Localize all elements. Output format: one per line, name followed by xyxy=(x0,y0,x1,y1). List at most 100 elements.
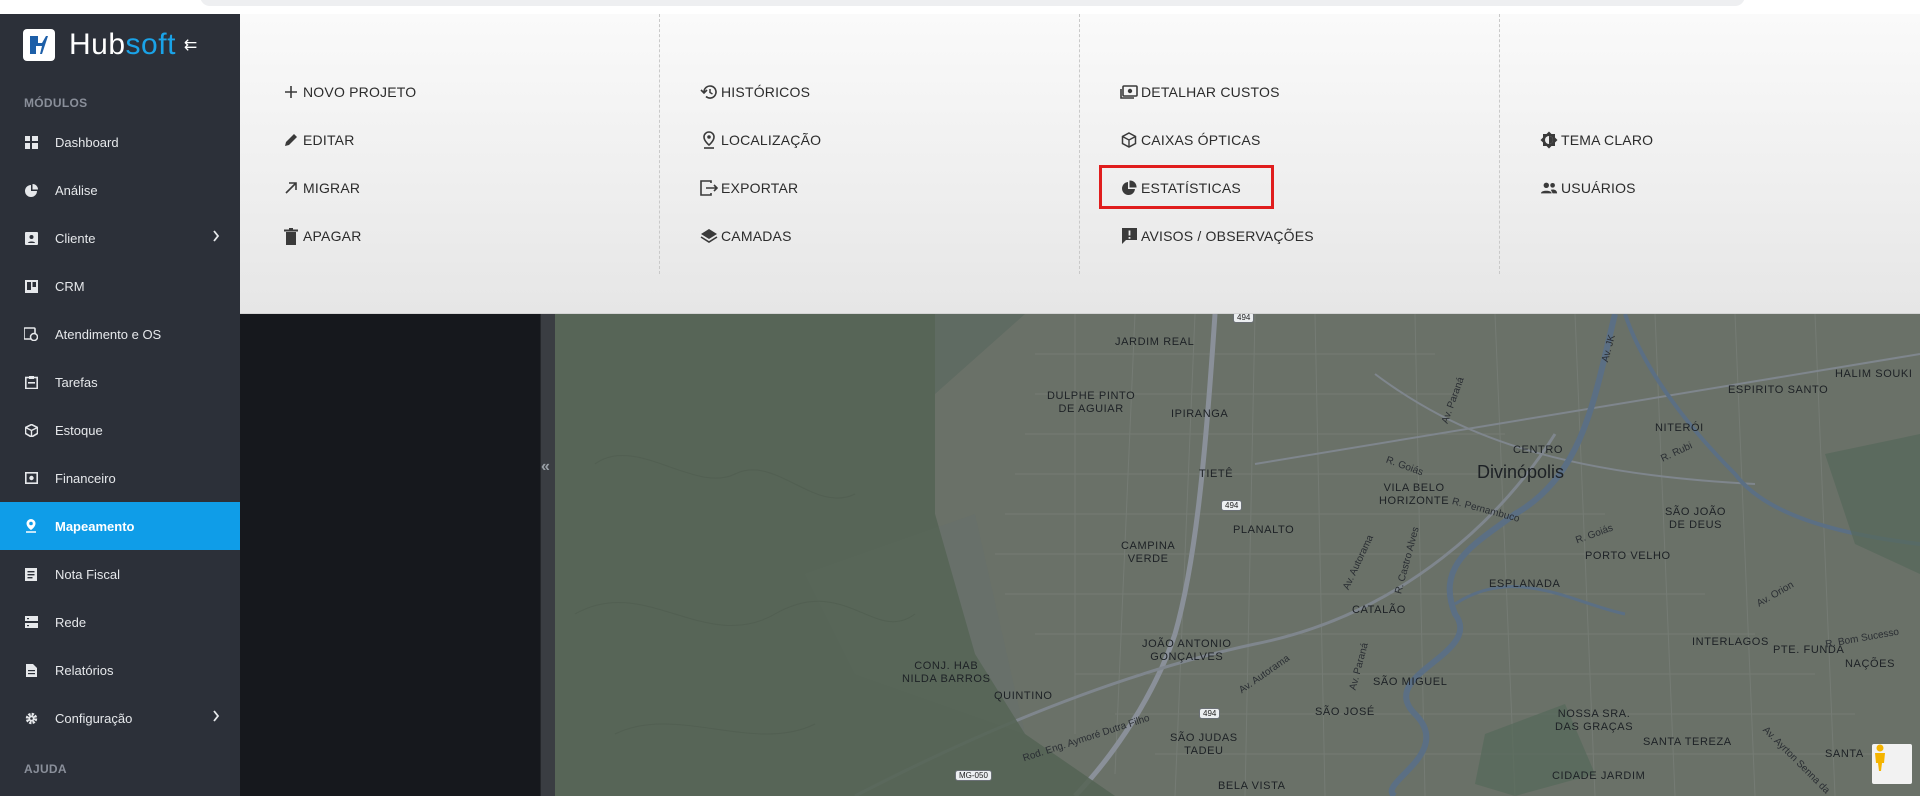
browser-top-strip xyxy=(0,0,1920,14)
map-label-santa-tereza: SANTA TEREZA xyxy=(1643,736,1732,748)
map-label-sao-joao: SÃO JOÃO DE DEUS xyxy=(1665,506,1726,532)
sidebar-item-mapeamento[interactable]: Mapeamento xyxy=(0,502,240,550)
map-label-campina-line2: VERDE xyxy=(1127,553,1169,565)
map-label-nossa-line1: NOSSA SRA. xyxy=(1557,708,1631,720)
contact-card-icon xyxy=(24,231,38,245)
map-view[interactable]: JARDIM REAL HALIM SOUKI ESPIRITO SANTO D… xyxy=(555,314,1920,796)
map-label-halim-souki: HALIM SOUKI xyxy=(1835,368,1913,380)
sidebar-item-label: Dashboard xyxy=(55,134,119,150)
map-label-catalao: CATALÃO xyxy=(1352,604,1406,616)
map-label-quintino: QUINTINO xyxy=(994,690,1053,702)
map-label-dulphe: DULPHE PINTO DE AGUIAR xyxy=(1047,390,1135,416)
column-divider xyxy=(1499,14,1500,274)
users-icon xyxy=(1540,179,1558,197)
alert-message-icon xyxy=(1120,227,1138,245)
menu-item-historicos[interactable]: HISTÓRICOS xyxy=(700,82,810,102)
menu-item-label: DETALHAR CUSTOS xyxy=(1141,84,1280,100)
sidebar-item-label: Estoque xyxy=(55,422,103,438)
sidebar-item-configuracao[interactable]: Configuração xyxy=(0,694,240,742)
column-divider xyxy=(659,14,660,274)
clock-calendar-icon xyxy=(24,327,38,341)
menu-item-detalhar-custos[interactable]: DETALHAR CUSTOS xyxy=(1120,82,1280,102)
map-label-ipiranga: IPIRANGA xyxy=(1171,408,1229,420)
sidebar-item-label: Cliente xyxy=(55,230,96,246)
sidebar-item-estoque[interactable]: Estoque xyxy=(0,406,240,454)
menu-item-label: EXPORTAR xyxy=(721,180,799,196)
menu-item-label: NOVO PROJETO xyxy=(303,84,417,100)
export-icon xyxy=(700,179,718,197)
chevron-right-icon xyxy=(212,710,220,725)
map-label-vila-belo: VILA BELO HORIZONTE xyxy=(1379,482,1449,508)
menu-item-editar[interactable]: EDITAR xyxy=(282,130,355,150)
street-view-pegman-icon[interactable] xyxy=(1872,744,1912,784)
map-label-joao-antonio-line2: GONÇALVES xyxy=(1150,651,1224,663)
sidebar-item-nota-fiscal[interactable]: Nota Fiscal xyxy=(0,550,240,598)
sidebar-item-cliente[interactable]: Cliente xyxy=(0,214,240,262)
sidebar-item-analise[interactable]: Análise xyxy=(0,166,240,214)
panel-splitter[interactable] xyxy=(540,314,555,796)
sidebar-item-dashboard[interactable]: Dashboard xyxy=(0,118,240,166)
brightness-icon xyxy=(1540,131,1558,149)
map-pin-icon xyxy=(24,519,38,533)
sidebar-item-label: Financeiro xyxy=(55,470,116,486)
map-label-sao-judas-line2: TADEU xyxy=(1184,745,1224,757)
map-label-nossa-senhora: NOSSA SRA. DAS GRAÇAS xyxy=(1555,708,1633,734)
map-label-niteroi: NITERÓI xyxy=(1655,422,1704,434)
menu-item-novo-projeto[interactable]: NOVO PROJETO xyxy=(282,82,416,102)
map-label-vila-belo-line1: VILA BELO xyxy=(1383,482,1445,494)
map-label-joao-antonio-line1: JOÃO ANTONIO xyxy=(1142,638,1232,650)
menu-item-apagar[interactable]: APAGAR xyxy=(282,226,362,246)
menu-item-caixas-opticas[interactable]: CAIXAS ÓPTICAS xyxy=(1120,130,1261,150)
sidebar-item-label: CRM xyxy=(55,278,85,294)
sidebar-item-label: Rede xyxy=(55,614,87,630)
menu-item-migrar[interactable]: MIGRAR xyxy=(282,178,360,198)
history-icon xyxy=(700,83,718,101)
map-label-sao-joao-line1: SÃO JOÃO xyxy=(1665,506,1727,518)
section-label-modules: MÓDULOS xyxy=(24,96,88,110)
menu-item-label: CAMADAS xyxy=(721,228,792,244)
trash-icon xyxy=(282,227,300,245)
brand-header: Hubsoft ⇇ xyxy=(0,14,240,76)
sidebar-item-tarefas[interactable]: Tarefas xyxy=(0,358,240,406)
menu-item-avisos-observacoes[interactable]: AVISOS / OBSERVAÇÕES xyxy=(1120,226,1314,246)
sidebar-item-label: Configuração xyxy=(55,710,133,726)
map-label-vila-belo-line2: HORIZONTE xyxy=(1379,495,1450,507)
map-label-jardim-real: JARDIM REAL xyxy=(1115,336,1195,348)
map-label-cidade-jardim: CIDADE JARDIM xyxy=(1552,770,1646,782)
highway-shield-494: 494 xyxy=(1221,500,1243,511)
map-label-santa: SANTA xyxy=(1825,748,1864,760)
menu-item-exportar[interactable]: EXPORTAR xyxy=(700,178,798,198)
map-label-sao-judas: SÃO JUDAS TADEU xyxy=(1170,732,1238,758)
menu-item-camadas[interactable]: CAMADAS xyxy=(700,226,792,246)
costs-icon xyxy=(1120,83,1138,101)
menu-item-label: CAIXAS ÓPTICAS xyxy=(1141,132,1261,148)
menu-item-usuarios[interactable]: USUÁRIOS xyxy=(1540,178,1636,198)
map-label-nossa-line2: DAS GRAÇAS xyxy=(1555,721,1634,733)
sidebar-item-crm[interactable]: CRM xyxy=(0,262,240,310)
highway-shield-494: 494 xyxy=(1233,314,1255,323)
menu-item-label: AVISOS / OBSERVAÇÕES xyxy=(1141,228,1314,244)
sidebar-item-label: Nota Fiscal xyxy=(55,566,121,582)
sidebar-item-label: Mapeamento xyxy=(55,518,135,534)
highway-shield-494: 494 xyxy=(1199,708,1221,719)
collapse-sidebar-icon[interactable]: ⇇ xyxy=(184,35,197,55)
menu-item-tema-claro[interactable]: TEMA CLARO xyxy=(1540,130,1653,150)
map-label-interlagos: INTERLAGOS xyxy=(1692,636,1769,648)
map-label-espirito-santo: ESPIRITO SANTO xyxy=(1728,384,1829,396)
sidebar-item-relatorios[interactable]: Relatórios xyxy=(0,646,240,694)
map-label-divinopolis: Divinópolis xyxy=(1477,462,1565,482)
mapping-actions-menu: NOVO PROJETO EDITAR MIGRAR APAGAR HISTÓR… xyxy=(240,14,1920,314)
collapse-panel-icon[interactable]: « xyxy=(541,458,550,476)
sidebar-item-atendimento[interactable]: Atendimento e OS xyxy=(0,310,240,358)
sidebar-item-rede[interactable]: Rede xyxy=(0,598,240,646)
pencil-icon xyxy=(282,131,300,149)
section-label-help: AJUDA xyxy=(24,762,67,776)
layers-icon xyxy=(700,227,718,245)
hubsoft-logo-icon[interactable] xyxy=(23,29,55,61)
highlight-box-estatisticas xyxy=(1099,165,1274,209)
menu-item-localizacao[interactable]: LOCALIZAÇÃO xyxy=(700,130,821,150)
sidebar: Hubsoft ⇇ MÓDULOS Dashboard Análise Clie… xyxy=(0,14,240,796)
map-label-conj-line2: NILDA BARROS xyxy=(902,673,991,685)
sidebar-item-financeiro[interactable]: Financeiro xyxy=(0,454,240,502)
task-board-icon xyxy=(24,375,38,389)
